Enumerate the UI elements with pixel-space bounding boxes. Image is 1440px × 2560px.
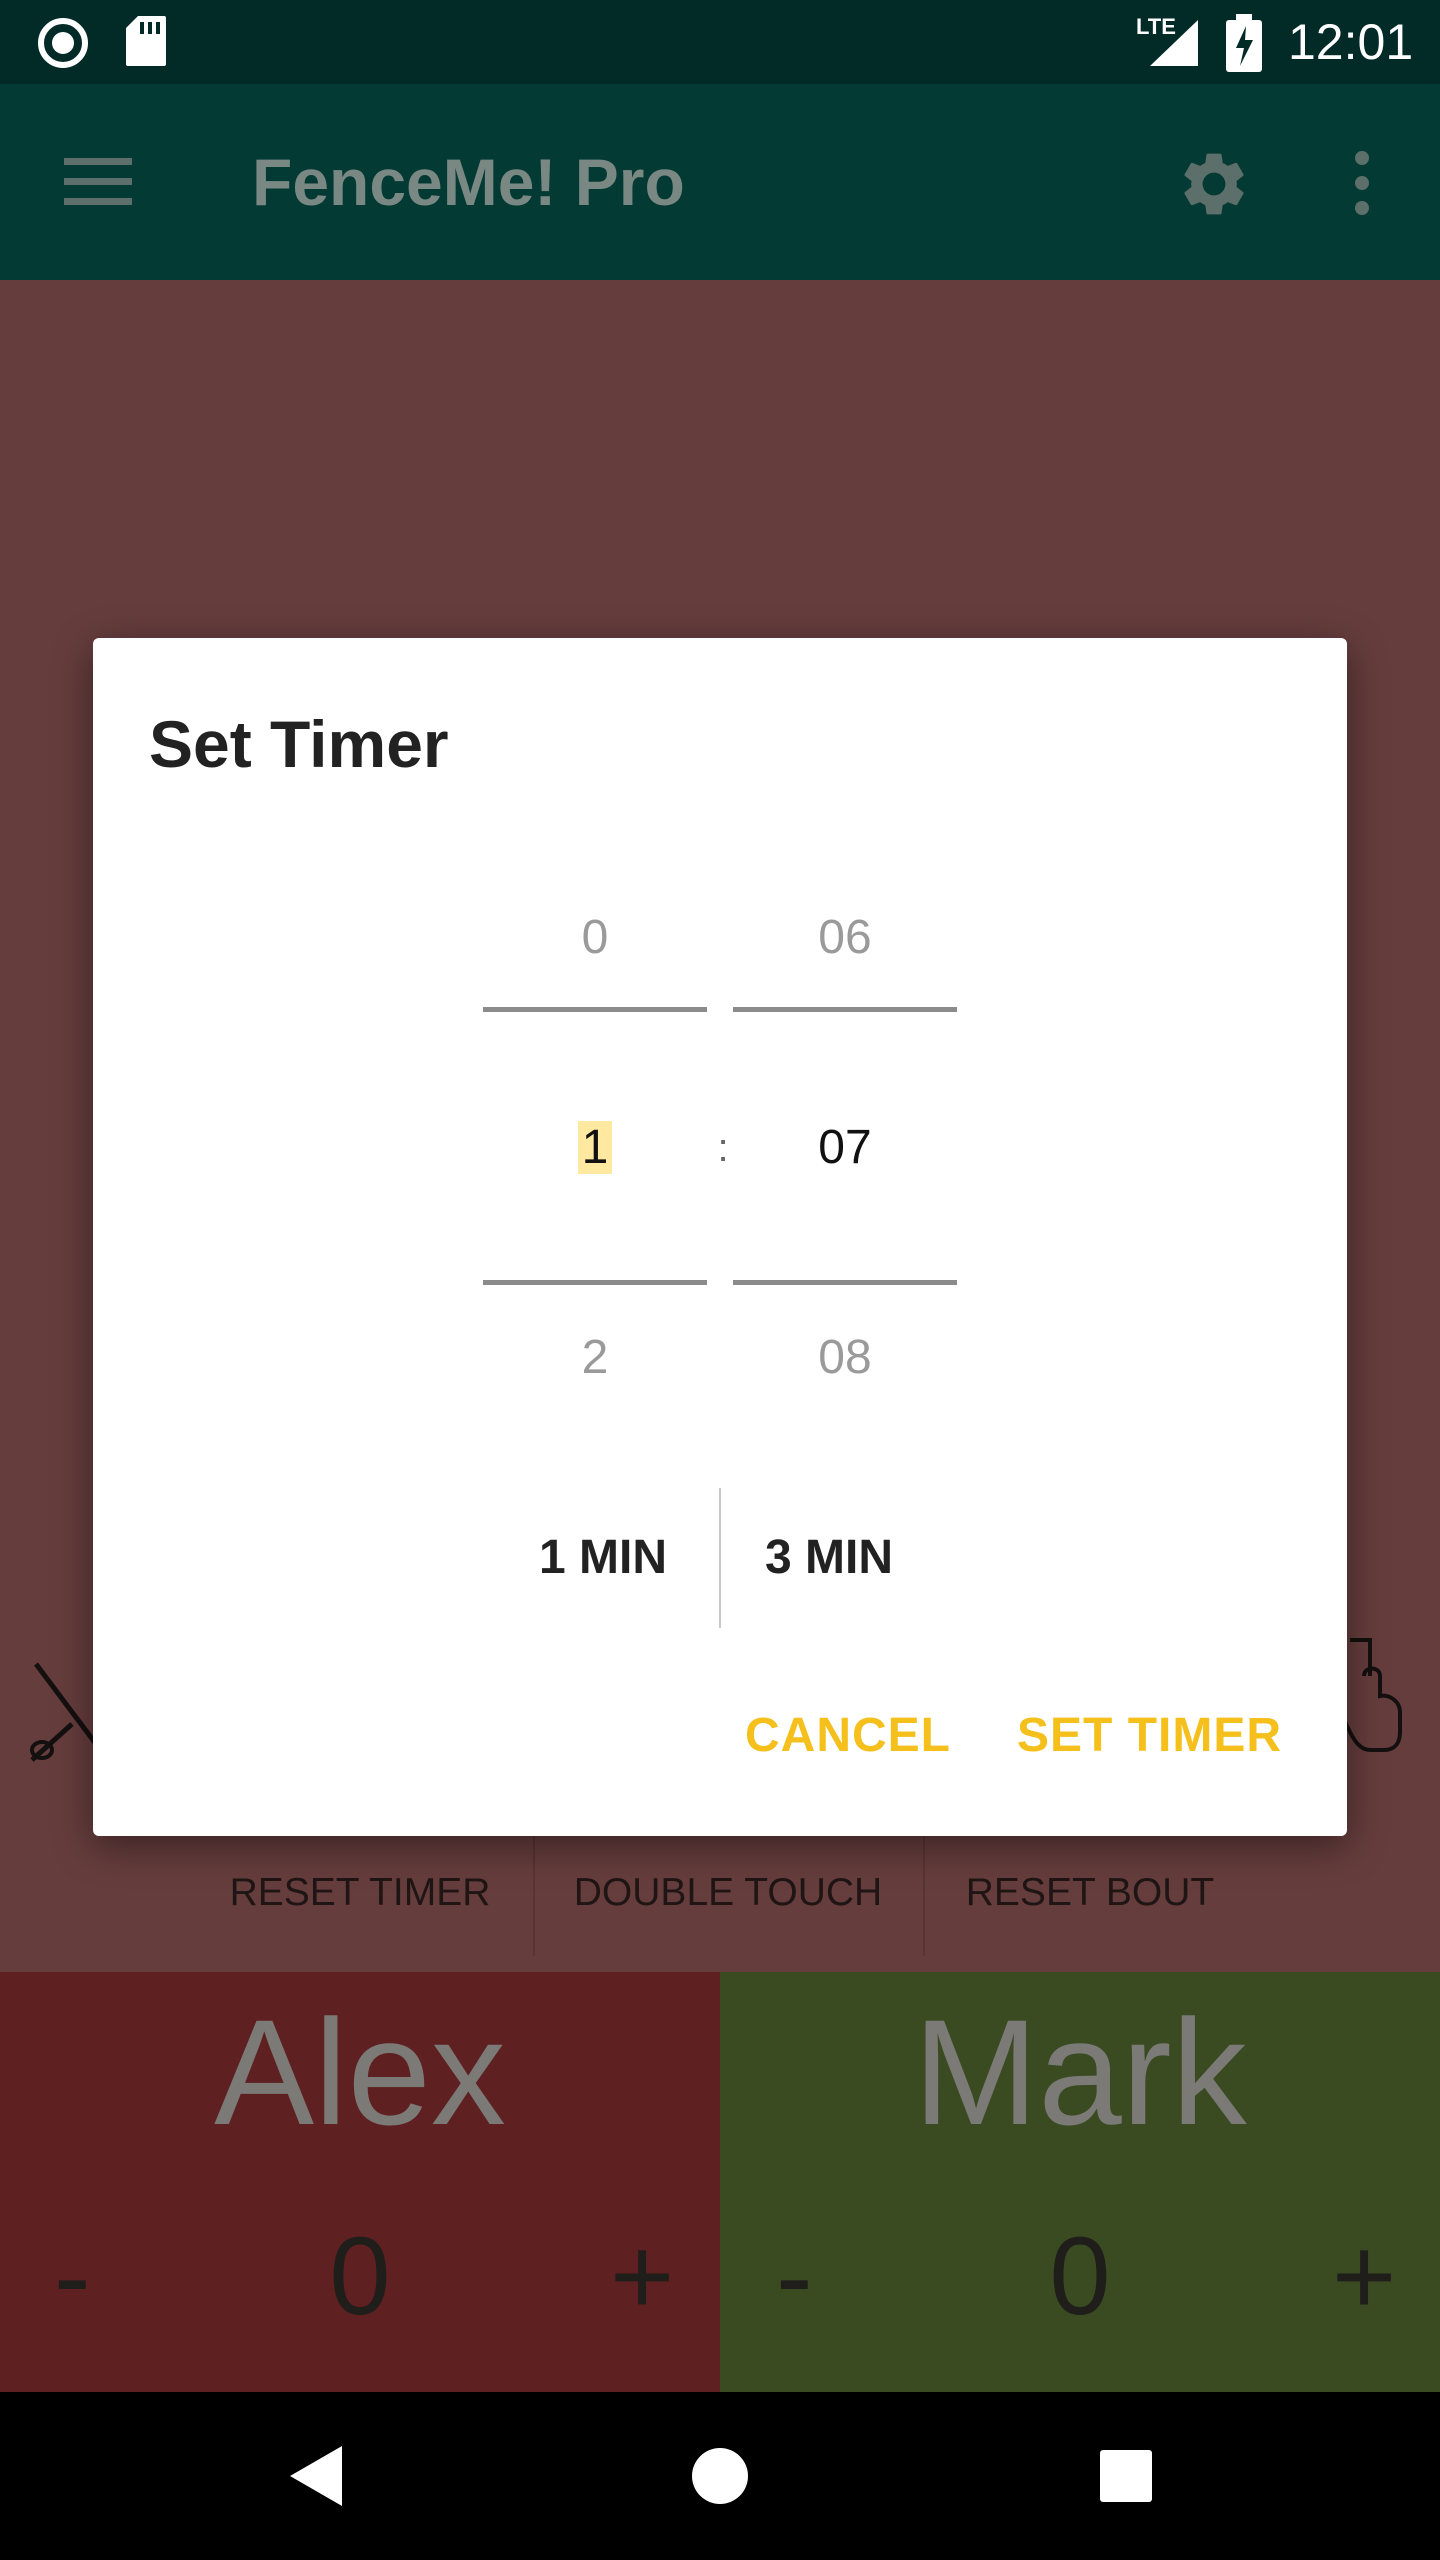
more-vert-icon[interactable] (1350, 150, 1374, 216)
seconds-selected[interactable]: 07 (733, 1118, 957, 1178)
status-time: 12:01 (1288, 14, 1414, 70)
fencer-left-icon (30, 1662, 98, 1762)
menu-icon[interactable] (64, 156, 132, 208)
picker-divider (483, 1007, 707, 1012)
divider (923, 1836, 925, 1956)
seconds-prev[interactable]: 06 (733, 908, 957, 968)
minutes-next[interactable]: 2 (483, 1328, 707, 1388)
fencer-panel-left: Alex - 0 + (0, 1972, 720, 2392)
preset-divider (719, 1488, 721, 1628)
reset-bout-button[interactable]: RESET BOUT (940, 1838, 1240, 1948)
battery-charging-icon (1226, 14, 1262, 72)
preset-3-min-button[interactable]: 3 MIN (765, 1528, 1005, 1588)
seconds-next[interactable]: 08 (733, 1328, 957, 1388)
recents-icon[interactable] (1098, 2448, 1154, 2504)
reset-timer-button[interactable]: RESET TIMER (200, 1838, 520, 1948)
app-bar: FenceMe! Pro (0, 84, 1440, 280)
fencer-right-icon (1340, 1638, 1402, 1752)
picker-divider (733, 1007, 957, 1012)
minutes-selected[interactable]: 1 (483, 1118, 707, 1178)
minutes-prev[interactable]: 0 (483, 908, 707, 968)
status-bar: LTE 12:01 (0, 0, 1440, 84)
plus-button-left[interactable]: + (610, 2212, 674, 2342)
plus-button-right[interactable]: + (1332, 2212, 1396, 2342)
home-icon[interactable] (690, 2446, 750, 2506)
fencer-name-left[interactable]: Alex (0, 1982, 720, 2162)
set-timer-button[interactable]: SET TIMER (1017, 1706, 1282, 1766)
minutes-picker[interactable]: 0 1 2 (483, 908, 707, 1488)
signal-icon (1150, 20, 1198, 66)
navigation-bar (0, 2392, 1440, 2560)
record-icon (38, 18, 88, 68)
fencer-name-right[interactable]: Mark (720, 1982, 1440, 2162)
set-timer-dialog: Set Timer 0 1 2 : 06 07 08 1 MIN 3 MIN C… (93, 638, 1347, 1836)
divider (533, 1836, 535, 1956)
back-icon[interactable] (288, 2444, 344, 2508)
seconds-picker[interactable]: 06 07 08 (733, 908, 957, 1488)
cancel-button[interactable]: CANCEL (745, 1706, 951, 1766)
minutes-selected-value[interactable]: 1 (577, 1121, 613, 1174)
preset-1-min-button[interactable]: 1 MIN (539, 1528, 779, 1588)
app-title: FenceMe! Pro (252, 145, 685, 219)
settings-icon[interactable] (1176, 146, 1252, 222)
picker-divider (483, 1280, 707, 1285)
double-touch-button[interactable]: DOUBLE TOUCH (555, 1838, 901, 1948)
time-separator: : (717, 1126, 729, 1170)
picker-divider (733, 1280, 957, 1285)
fencer-panel-right: Mark - 0 + (720, 1972, 1440, 2392)
dialog-title: Set Timer (149, 707, 449, 781)
sd-card-icon (126, 16, 166, 66)
